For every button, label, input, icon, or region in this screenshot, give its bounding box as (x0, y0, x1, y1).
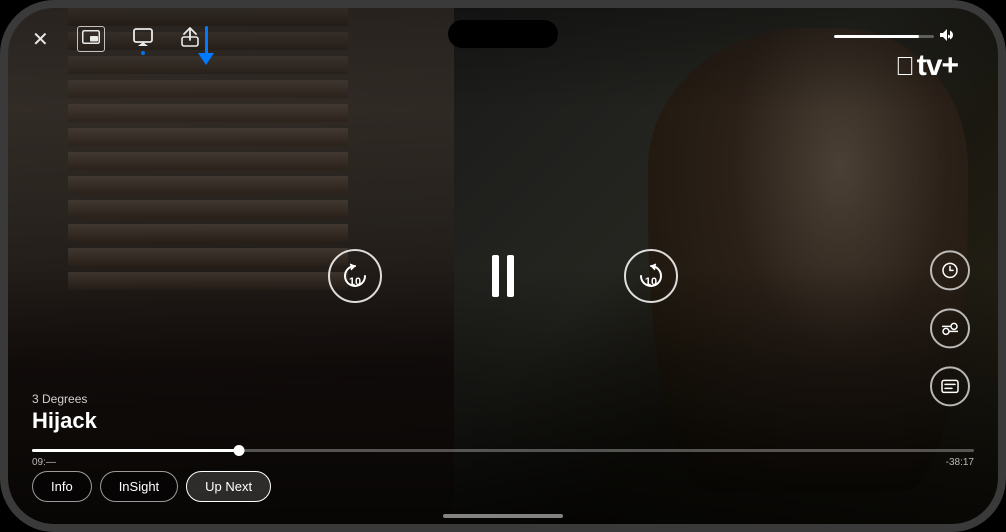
time-stamps: 09:— -38:17 (32, 457, 974, 468)
home-indicator (443, 514, 563, 518)
audio-tracks-button[interactable] (930, 308, 970, 348)
volume-icon (940, 28, 958, 45)
close-button[interactable]: ✕ (32, 27, 49, 52)
center-controls: 10 10 (328, 249, 678, 303)
pip-button[interactable] (77, 26, 105, 52)
show-title-label: Hijack (32, 408, 97, 434)
person-in-scene (628, 28, 968, 492)
volume-bar (834, 35, 934, 38)
blue-arrow-indicator (198, 26, 214, 65)
progress-thumb[interactable] (234, 445, 245, 456)
subtitles-button[interactable] (930, 366, 970, 406)
volume-down-button[interactable] (0, 222, 2, 278)
show-info: 3 Degrees Hijack (32, 392, 97, 434)
right-controls (930, 250, 970, 406)
apple-tv-logo:  tv+ (834, 28, 958, 81)
tab-up-next[interactable]: Up Next (186, 471, 271, 502)
progress-bar[interactable] (32, 449, 974, 452)
time-remaining: -38:17 (946, 457, 974, 468)
airplay-button[interactable] (133, 28, 153, 51)
rewind-10-button[interactable]: 10 (328, 249, 382, 303)
time-elapsed: 09:— (32, 457, 56, 468)
tab-info[interactable]: Info (32, 471, 92, 502)
progress-container[interactable] (32, 449, 974, 452)
forward-number: 10 (645, 276, 657, 291)
progress-fill (32, 449, 239, 452)
dynamic-island (448, 20, 558, 48)
phone-frame: ✕ (0, 0, 1006, 532)
share-button[interactable] (181, 27, 199, 52)
rewind-number: 10 (349, 276, 361, 291)
tab-insight[interactable]: InSight (100, 471, 178, 502)
screen: ✕ (8, 8, 998, 524)
show-season-label: 3 Degrees (32, 392, 97, 406)
apple-tv-brand:  tv+ (895, 51, 958, 81)
pause-button[interactable] (482, 250, 524, 302)
mute-button[interactable] (0, 108, 2, 140)
playback-speed-button[interactable] (930, 250, 970, 290)
top-controls: ✕ (32, 26, 199, 52)
volume-fill (834, 35, 919, 38)
forward-10-button[interactable]: 10 (624, 249, 678, 303)
volume-up-button[interactable] (0, 156, 2, 212)
bottom-tabs: Info InSight Up Next (32, 471, 271, 502)
